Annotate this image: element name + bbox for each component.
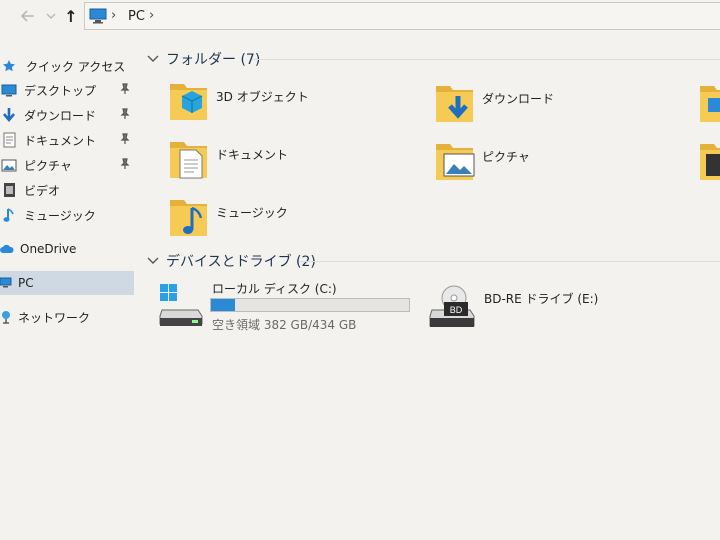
drive-free-space: 空き領域 382 GB/434 GB [212, 318, 357, 332]
drive-bd-re-e[interactable]: BD BD-RE ドライブ (E:) [428, 284, 668, 334]
folder-3d-objects[interactable]: 3D オブジェクト [168, 78, 418, 132]
sidebar-item-music[interactable]: ミュージック [0, 203, 134, 227]
drive-label: BD-RE ドライブ (E:) [484, 292, 599, 306]
chevron-down-icon [46, 13, 56, 19]
desktop-folder-icon [700, 86, 720, 122]
group-divider [300, 261, 720, 262]
drive-local-c[interactable]: ローカル ディスク (C:) 空き領域 382 GB/434 GB [158, 280, 420, 332]
sidebar-item-label: ドキュメント [24, 133, 97, 148]
back-arrow-icon [20, 10, 34, 22]
download-arrow-icon [0, 106, 18, 124]
chevron-down-icon [147, 257, 159, 264]
drive-usage-fill [211, 299, 235, 311]
folder-label: ピクチャ [482, 150, 530, 164]
sidebar-item-label: ミュージック [24, 208, 96, 223]
sidebar-item-pictures[interactable]: ピクチャ [0, 153, 134, 177]
group-divider [252, 59, 720, 60]
chevron-down-icon [147, 55, 159, 62]
folder-music[interactable]: ミュージック [168, 194, 418, 248]
sidebar-item-label: ダウンロード [24, 108, 97, 123]
folder-partial-videos[interactable] [698, 138, 720, 192]
optical-drive-icon: BD [429, 285, 475, 327]
folder-downloads[interactable]: ダウンロード [434, 80, 684, 134]
sidebar-item-network[interactable]: ネットワーク [0, 305, 134, 329]
folder-label: 3D オブジェクト [216, 90, 309, 104]
folder-label: ダウンロード [482, 92, 555, 106]
sidebar-item-label: PC [18, 276, 34, 290]
3d-objects-icon [170, 84, 207, 120]
breadcrumb-separator[interactable]: › [111, 8, 116, 23]
sidebar-item-onedrive[interactable]: OneDrive [0, 237, 134, 261]
folders-group-header[interactable]: フォルダー (7) [146, 48, 260, 70]
sidebar-item-label: ピクチャ [24, 158, 72, 173]
music-icon [170, 200, 207, 236]
bd-badge: BD [450, 305, 463, 315]
group-title: フォルダー (7) [166, 52, 261, 68]
sidebar-item-label: デスクトップ [24, 83, 97, 98]
picture-icon [0, 156, 18, 174]
sidebar-item-label: クイック アクセス [26, 59, 126, 74]
documents-icon [170, 142, 207, 179]
pc-icon [89, 8, 107, 28]
pin-icon[interactable] [120, 108, 130, 123]
devices-group-header[interactable]: デバイスとドライブ (2) [146, 250, 316, 272]
sidebar-item-desktop[interactable]: デスクトップ [0, 78, 134, 102]
folder-documents[interactable]: ドキュメント [168, 136, 418, 190]
sidebar-item-quick-access[interactable]: クイック アクセス [0, 54, 134, 78]
history-dropdown-button[interactable] [40, 6, 62, 26]
sidebar-item-label: OneDrive [20, 242, 77, 256]
group-title: デバイスとドライブ (2) [166, 254, 316, 270]
up-button[interactable]: ↑ [60, 6, 82, 26]
folder-pictures[interactable]: ピクチャ [434, 138, 684, 192]
network-icon [0, 308, 12, 326]
address-toolbar: ↑ › PC › [0, 0, 720, 34]
sidebar-item-pc[interactable]: PC [0, 271, 134, 295]
breadcrumb-pc[interactable]: PC [128, 9, 145, 24]
sidebar-item-documents[interactable]: ドキュメント [0, 128, 134, 152]
document-icon [0, 131, 18, 149]
drive-usage-bar [210, 298, 410, 312]
pictures-icon [436, 144, 475, 180]
desktop-icon [0, 81, 18, 99]
up-arrow-icon: ↑ [64, 6, 78, 26]
drive-label: ローカル ディスク (C:) [212, 282, 337, 296]
videos-folder-icon [700, 144, 720, 180]
pin-icon[interactable] [120, 133, 130, 148]
sidebar-item-label: ネットワーク [18, 310, 91, 325]
address-bar[interactable]: › PC › [84, 2, 720, 30]
breadcrumb-separator[interactable]: › [149, 8, 154, 23]
downloads-icon [436, 86, 473, 122]
content-pane: フォルダー (7) 3D オブジェクト ダウンロード ドキュメント ピクチャ ミ… [134, 40, 720, 540]
pin-icon[interactable] [120, 83, 130, 98]
sidebar-item-downloads[interactable]: ダウンロード [0, 103, 134, 127]
folder-label: ドキュメント [216, 148, 289, 162]
folder-label: ミュージック [216, 206, 288, 220]
pin-icon[interactable] [120, 158, 130, 173]
folder-partial-desktop[interactable] [698, 80, 720, 134]
sidebar-item-videos[interactable]: ビデオ [0, 178, 134, 202]
video-icon [0, 181, 18, 199]
star-icon [0, 57, 18, 75]
navigation-pane: クイック アクセス デスクトップ ダウンロード ドキュメント ピクチャ ビデオ … [0, 40, 134, 540]
sidebar-item-label: ビデオ [24, 183, 61, 198]
pc-icon [0, 274, 12, 292]
back-button[interactable] [16, 6, 38, 26]
windows-drive-icon [159, 284, 203, 326]
music-note-icon [0, 206, 18, 224]
cloud-icon [0, 240, 14, 258]
